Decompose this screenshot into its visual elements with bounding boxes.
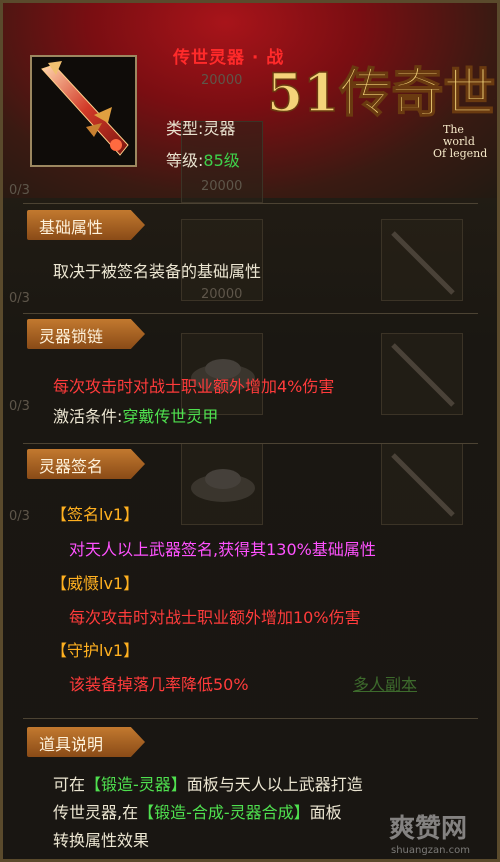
item-tooltip-panel: 20000 20000 20000 0/3 0/3 0/3 0/3 传世灵器 ·… — [0, 0, 500, 862]
bg-sword-icon — [391, 231, 455, 295]
desc-text: 面板 — [309, 803, 342, 822]
base-attr-text: 取决于被签名装备的基础属性 — [53, 262, 262, 281]
watermark-url: shuangzan.com — [391, 845, 470, 856]
desc-line: 传世灵器,在【锻造-合成-灵器合成】面板 — [53, 799, 342, 823]
chain-effect-text: 每次攻击时对战士职业额外增加4%伤害 — [53, 377, 335, 396]
logo-text-main: 51传奇世界 — [267, 63, 495, 124]
type-value: 灵器 — [203, 119, 236, 138]
item-icon-slot[interactable] — [30, 55, 137, 167]
bg-ingot-icon — [191, 469, 255, 502]
level-label: 等级: — [166, 151, 204, 170]
separator — [23, 443, 478, 444]
desc-highlight: 【锻造-灵器】 — [85, 775, 187, 794]
sign-item-name: 【威慑lv1】 — [51, 574, 140, 593]
sword-icon — [41, 61, 129, 156]
item-level-row: 等级:85级 — [166, 147, 240, 171]
game-logo: 51传奇世界 The world Of legend — [266, 62, 495, 160]
bg-sword-icon — [391, 453, 455, 517]
section-header-label: 道具说明 — [39, 735, 104, 754]
section-header-label: 灵器锁链 — [39, 327, 104, 346]
section-header-chain: 灵器锁链 — [27, 319, 145, 349]
separator — [23, 718, 478, 719]
bg-number: 0/3 — [9, 291, 30, 306]
chain-condition-row: 激活条件:穿戴传世灵甲 — [53, 403, 218, 427]
separator — [23, 203, 478, 204]
section-header-label: 灵器签名 — [39, 457, 104, 476]
desc-text: 面板与天人以上武器打造 — [186, 775, 363, 794]
bg-sword-icon — [391, 343, 455, 407]
bg-number: 0/3 — [9, 509, 30, 524]
separator — [23, 313, 478, 314]
chain-condition-label: 激活条件: — [53, 407, 123, 426]
site-watermark: 爽赞网 shuangzan.com — [389, 814, 470, 856]
section-header-base: 基础属性 — [27, 210, 145, 240]
chain-condition-value: 穿戴传世灵甲 — [122, 407, 219, 426]
bg-number: 20000 — [201, 287, 243, 302]
level-value: 85级 — [203, 151, 240, 170]
desc-text: 可在 — [53, 775, 86, 794]
sign-item-desc: 对天人以上武器签名,获得其130%基础属性 — [69, 540, 376, 559]
bg-number: 0/3 — [9, 399, 30, 414]
sign-item-name: 【守护lv1】 — [51, 641, 140, 660]
desc-highlight: 【锻造-合成-灵器合成】 — [138, 803, 310, 822]
item-type-row: 类型:灵器 — [166, 115, 235, 139]
watermark-text: 爽赞网 — [389, 814, 467, 844]
sign-item-desc: 该装备掉落几率降低50% — [69, 675, 249, 694]
section-header-label: 基础属性 — [39, 218, 104, 237]
bg-number: 20000 — [201, 179, 243, 194]
type-label: 类型: — [166, 119, 204, 138]
ghost-link-text: 多人副本 — [353, 675, 418, 694]
desc-text: 传世灵器,在 — [53, 803, 139, 822]
section-header-sign: 灵器签名 — [27, 449, 145, 479]
desc-line: 可在【锻造-灵器】面板与天人以上武器打造 — [53, 771, 363, 795]
desc-line: 转换属性效果 — [53, 831, 150, 850]
logo-en-3: Of legend — [433, 147, 487, 160]
sign-item-name: 【签名lv1】 — [51, 505, 140, 524]
section-header-desc: 道具说明 — [27, 727, 145, 757]
sign-item-desc: 每次攻击时对战士职业额外增加10%伤害 — [69, 608, 361, 627]
bg-number: 20000 — [201, 73, 243, 88]
bg-number: 0/3 — [9, 183, 30, 198]
